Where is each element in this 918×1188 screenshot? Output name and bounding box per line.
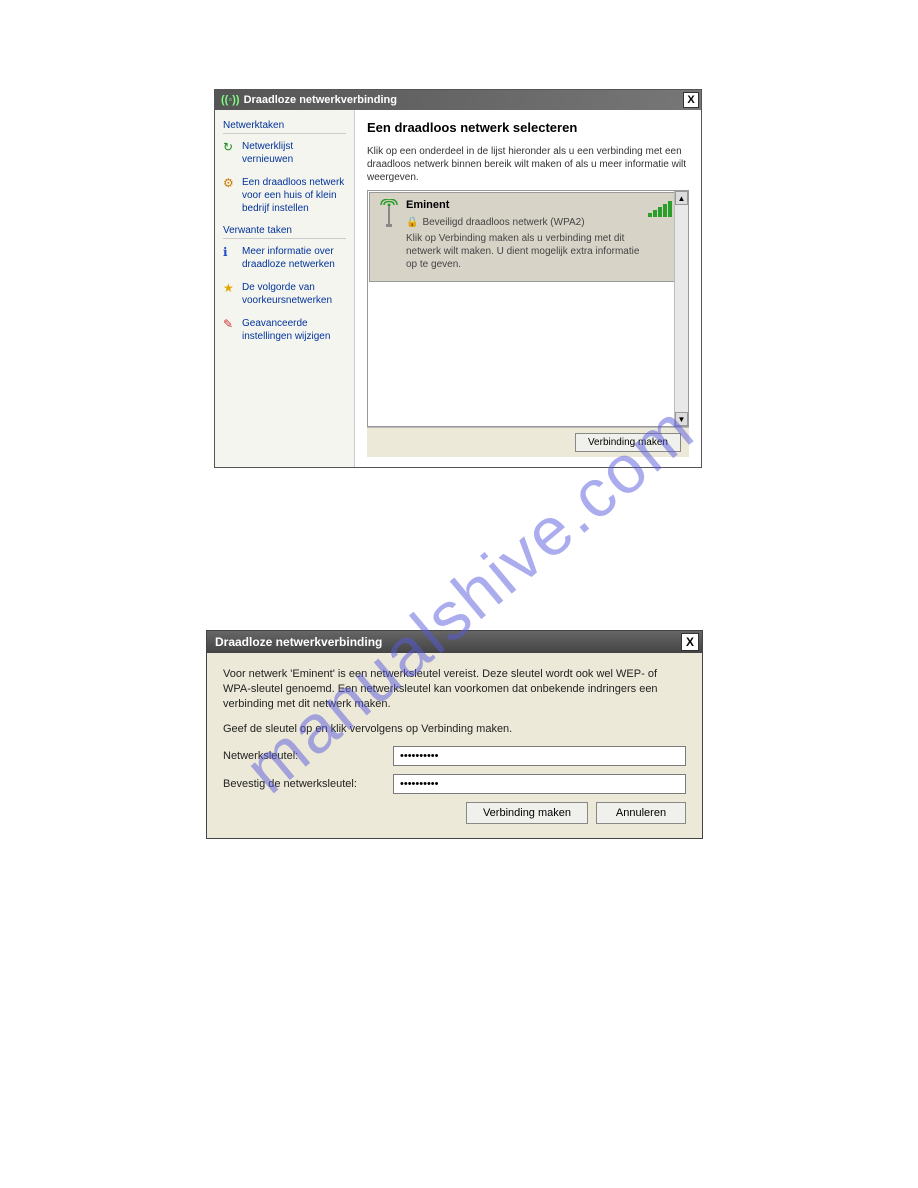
network-key-label: Netwerksleutel: [223,750,393,762]
wireless-icon: ((◦)) [221,94,240,106]
network-name: Eminent [406,199,642,211]
dialog-instruction-text: Geef de sleutel op en klik vervolgens op… [223,722,686,737]
close-button[interactable]: X [681,633,699,651]
network-description: Klik op Verbinding maken als u verbindin… [406,232,642,271]
sidebar-item-label: Een draadloos netwerk voor een huis of k… [242,176,346,215]
network-item-eminent[interactable]: Eminent 🔒 Beveiligd draadloos netwerk (W… [369,192,687,282]
sidebar: Netwerktaken ↻ Netwerklijst vernieuwen ⚙… [215,110,355,467]
sidebar-item-label: Meer informatie over draadloze netwerken [242,245,346,271]
titlebar[interactable]: ((◦)) Draadloze netwerkverbinding X [215,90,701,110]
sidebar-item-refresh-list[interactable]: ↻ Netwerklijst vernieuwen [223,140,346,166]
sidebar-item-label: Geavanceerde instellingen wijzigen [242,317,346,343]
window-title: Draadloze netwerkverbinding [244,94,683,106]
cancel-button[interactable]: Annuleren [596,802,686,824]
lock-icon: 🔒 [406,217,418,228]
vertical-scrollbar[interactable]: ▲ ▼ [674,191,688,426]
dialog-title: Draadloze netwerkverbinding [215,635,681,649]
confirm-key-input[interactable] [393,774,686,794]
scroll-up-arrow-icon[interactable]: ▲ [675,191,688,205]
star-icon: ★ [223,281,237,297]
scroll-down-arrow-icon[interactable]: ▼ [675,412,688,426]
sidebar-item-setup-network[interactable]: ⚙ Een draadloos netwerk voor een huis of… [223,176,346,215]
refresh-icon: ↻ [223,140,237,156]
scroll-track[interactable] [675,205,688,412]
antenna-icon [378,199,400,271]
network-key-dialog: Draadloze netwerkverbinding X Voor netwe… [206,630,703,839]
sidebar-item-preferred-order[interactable]: ★ De volgorde van voorkeursnetwerken [223,281,346,307]
sidebar-item-label: De volgorde van voorkeursnetwerken [242,281,346,307]
wireless-network-selection-window: ((◦)) Draadloze netwerkverbinding X Netw… [214,89,702,468]
advanced-icon: ✎ [223,317,237,333]
network-key-input[interactable] [393,746,686,766]
titlebar[interactable]: Draadloze netwerkverbinding X [207,631,702,653]
sidebar-item-label: Netwerklijst vernieuwen [242,140,346,166]
network-list: Eminent 🔒 Beveiligd draadloos netwerk (W… [367,190,689,427]
main-heading: Een draadloos netwerk selecteren [367,120,689,135]
connect-button[interactable]: Verbinding maken [575,433,681,452]
network-security-label: Beveiligd draadloos netwerk (WPA2) [422,217,584,228]
info-icon: ℹ [223,245,237,261]
sidebar-group-title-related-tasks: Verwante taken [223,225,346,239]
connect-button[interactable]: Verbinding maken [466,802,588,824]
footer-bar: Verbinding maken [367,427,689,457]
sidebar-group-title-network-tasks: Netwerktaken [223,120,346,134]
main-subtext: Klik op een onderdeel in de lijst hieron… [367,145,689,184]
dialog-intro-text: Voor netwerk 'Eminent' is een netwerksle… [223,667,686,712]
confirm-key-label: Bevestig de netwerksleutel: [223,778,393,790]
close-button[interactable]: X [683,92,699,108]
sidebar-item-advanced-settings[interactable]: ✎ Geavanceerde instellingen wijzigen [223,317,346,343]
setup-icon: ⚙ [223,176,237,192]
sidebar-item-more-info[interactable]: ℹ Meer informatie over draadloze netwerk… [223,245,346,271]
main-panel: Een draadloos netwerk selecteren Klik op… [355,110,701,467]
